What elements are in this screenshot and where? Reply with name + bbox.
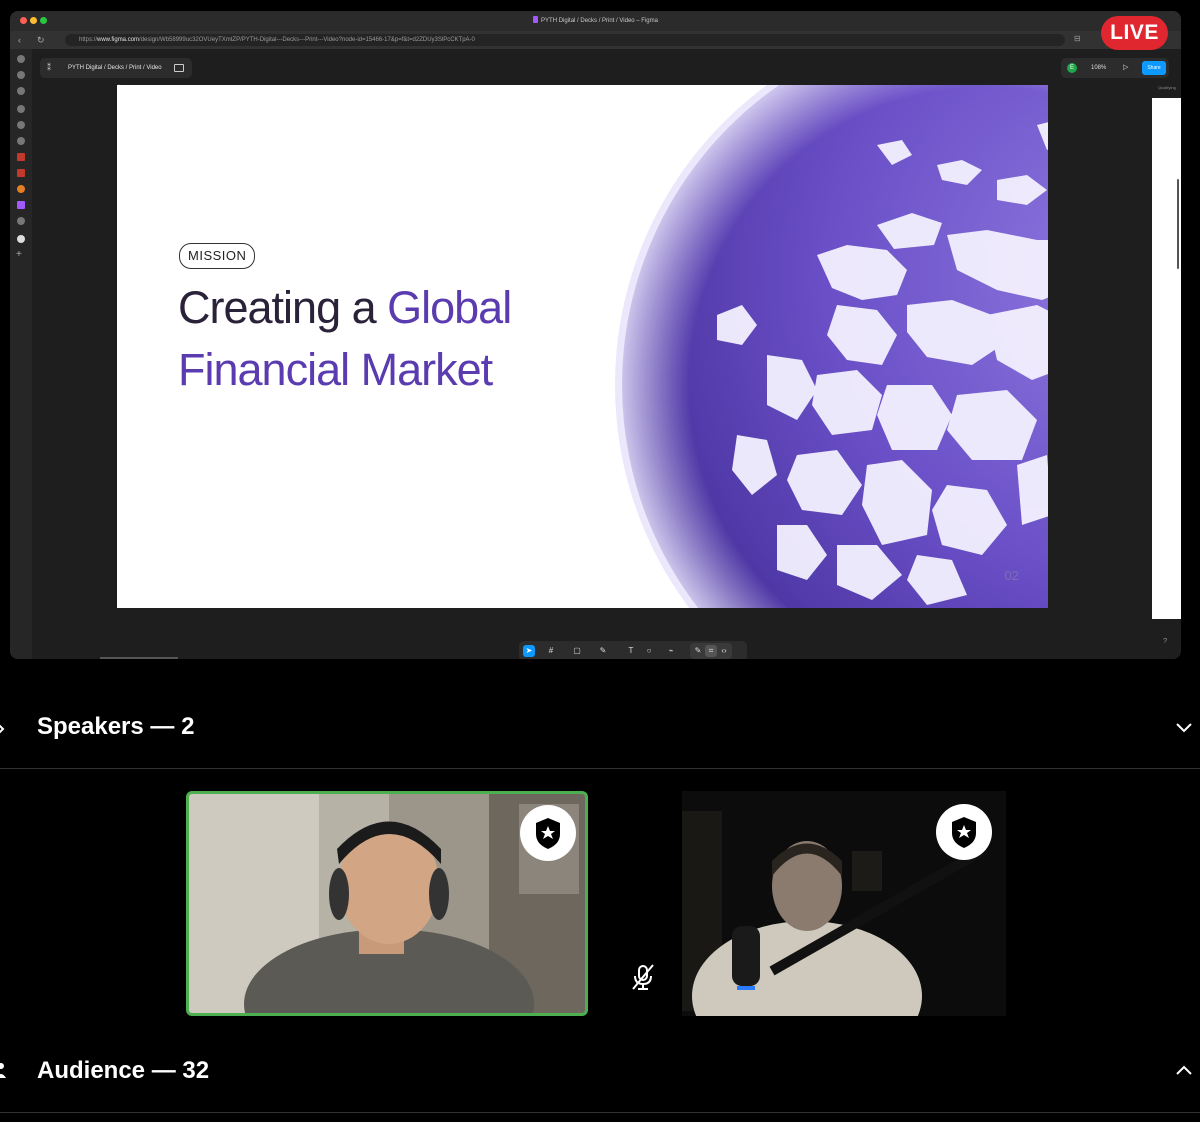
- app-dock: +: [10, 49, 32, 659]
- vertical-scrollbar[interactable]: [1177, 179, 1179, 269]
- user-avatar[interactable]: E: [1067, 63, 1077, 73]
- share-button[interactable]: Share: [1142, 61, 1166, 75]
- dock-app-icon[interactable]: [17, 71, 25, 79]
- speaker-tile-2[interactable]: [682, 791, 1006, 1016]
- dock-app-icon[interactable]: [17, 153, 25, 161]
- live-badge: LIVE: [1101, 16, 1168, 50]
- url-field[interactable]: https://www.figma.com/design/Wb58999uc32…: [65, 34, 1065, 46]
- add-icon[interactable]: +: [16, 249, 22, 260]
- globe-icon[interactable]: [17, 105, 25, 113]
- zoom-level[interactable]: 108%: [1091, 58, 1106, 78]
- help-button[interactable]: ?: [1163, 638, 1167, 645]
- shield-star-icon: [536, 818, 560, 849]
- dock-app-icon[interactable]: [17, 169, 25, 177]
- mission-tag: MISSION: [179, 243, 256, 269]
- section-divider: [0, 1112, 1200, 1113]
- design-icon[interactable]: ⌗: [705, 645, 717, 657]
- text-tool-icon[interactable]: T: [625, 645, 637, 657]
- file-name[interactable]: PYTH Digital / Decks / Print / Video: [68, 58, 162, 78]
- speakers-heading: Speakers — 2: [37, 713, 195, 740]
- chevron-down-icon[interactable]: [1174, 718, 1194, 738]
- draw-icon[interactable]: ✎: [692, 645, 704, 657]
- figma-tool-bar: ➤ # ▢ ✎ T ○ ⌁ ✎ ⌗ ‹›: [519, 641, 747, 659]
- back-icon[interactable]: ‹: [18, 34, 21, 46]
- speakers-section-header[interactable]: Speakers — 2: [0, 698, 1200, 758]
- figma-menu-icon[interactable]: ⁑: [47, 58, 51, 78]
- audience-section-header[interactable]: Audience — 32: [0, 1042, 1200, 1102]
- dock-app-icon[interactable]: [17, 87, 25, 95]
- host-badge: [520, 805, 576, 861]
- pen-tool-icon[interactable]: ✎: [597, 645, 609, 657]
- presentation-slide[interactable]: MISSION Creating a Global Financial Mark…: [117, 85, 1048, 608]
- mic-off-icon: [632, 964, 654, 990]
- shape-tool-icon[interactable]: ▢: [571, 645, 583, 657]
- title-bar: PYTH Digital / Decks / Print / Video – F…: [10, 11, 1181, 32]
- side-frame-label: Qualifying: [1158, 85, 1176, 90]
- host-badge: [936, 804, 992, 860]
- dev-mode-toggle[interactable]: ✎ ⌗ ‹›: [690, 643, 732, 659]
- dock-app-icon[interactable]: [17, 55, 25, 63]
- actions-tool-icon[interactable]: ⌁: [665, 645, 677, 657]
- horizontal-scrollbar[interactable]: [100, 657, 178, 659]
- adjacent-frame[interactable]: [1152, 98, 1181, 619]
- dock-app-icon[interactable]: [17, 235, 25, 243]
- dock-app-icon[interactable]: [17, 217, 25, 225]
- slide-headline: Creating a Global Financial Market: [178, 282, 512, 395]
- globe-icon[interactable]: [17, 137, 25, 145]
- move-tool-icon[interactable]: ➤: [523, 645, 535, 657]
- reload-icon[interactable]: ↻: [37, 34, 45, 46]
- figma-dock-icon[interactable]: [17, 201, 25, 209]
- window-title: PYTH Digital / Decks / Print / Video – F…: [10, 16, 1181, 24]
- code-icon[interactable]: ‹›: [718, 645, 730, 657]
- address-bar-row: ‹ ↻ https://www.figma.com/design/Wb58999…: [10, 31, 1181, 49]
- dock-app-icon[interactable]: [17, 185, 25, 193]
- speaker-tile-1[interactable]: [186, 791, 588, 1016]
- layout-toggle-icon[interactable]: [174, 64, 184, 72]
- comment-tool-icon[interactable]: ○: [643, 645, 655, 657]
- collapse-left-icon: [0, 724, 5, 734]
- audience-heading: Audience — 32: [37, 1057, 210, 1084]
- figma-logo-icon: [533, 16, 539, 23]
- figma-file-toolbar: ⁑ PYTH Digital / Decks / Print / Video: [40, 58, 192, 78]
- figma-right-toolbar: E 108% ▷ Share: [1061, 58, 1169, 78]
- section-divider: [0, 768, 1200, 769]
- slide-page-number: 02: [1004, 568, 1019, 583]
- sidebar-icon[interactable]: ⊟: [1074, 34, 1081, 43]
- globe-icon[interactable]: [17, 121, 25, 129]
- frame-tool-icon[interactable]: #: [545, 645, 557, 657]
- present-play-icon[interactable]: ▷: [1123, 58, 1128, 78]
- chevron-up-icon[interactable]: [1174, 1060, 1194, 1080]
- people-icon: [0, 1063, 6, 1078]
- shield-star-icon: [952, 817, 976, 848]
